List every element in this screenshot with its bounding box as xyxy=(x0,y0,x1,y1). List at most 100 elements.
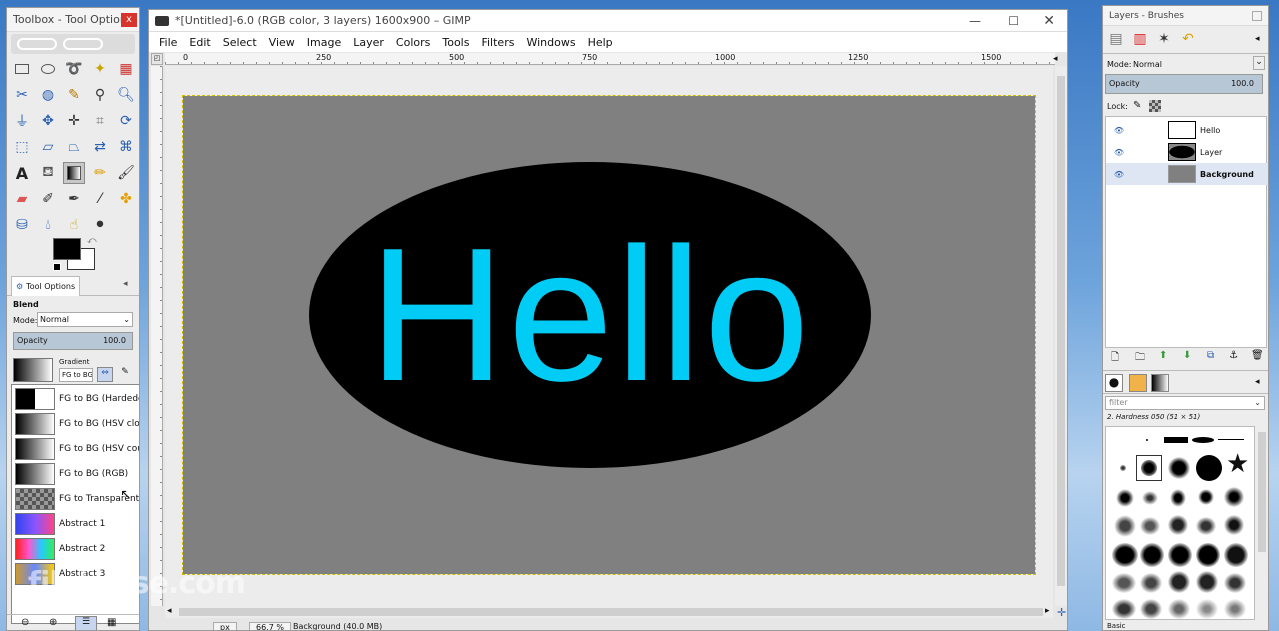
text-tool-icon[interactable]: A xyxy=(11,162,33,184)
brush-grid[interactable]: ★ xyxy=(1105,426,1255,620)
brush-item[interactable] xyxy=(1112,599,1136,619)
layers-tab-icon[interactable]: ▤ xyxy=(1105,31,1127,51)
select-by-color-tool-icon[interactable]: ▦ xyxy=(115,58,137,80)
paths-tool-icon[interactable]: ✎ xyxy=(63,84,85,106)
smudge-tool-icon[interactable]: ☝ xyxy=(63,214,85,236)
brush-item[interactable] xyxy=(1196,571,1218,593)
brush-item[interactable] xyxy=(1168,543,1192,567)
brush-item[interactable] xyxy=(1224,543,1248,567)
gradient-item[interactable]: FG to BG (HSV clockwise hue) xyxy=(12,412,139,436)
blend-tool-icon[interactable] xyxy=(63,162,85,184)
brush-item[interactable] xyxy=(1196,599,1218,619)
eye-icon[interactable]: 👁︎ xyxy=(1106,148,1132,157)
list-view-icon[interactable]: ☰ xyxy=(75,616,97,630)
brush-item[interactable] xyxy=(1168,599,1190,619)
new-layer-icon[interactable]: 🗋︎ xyxy=(1111,350,1119,367)
eraser-tool-icon[interactable]: ▰ xyxy=(11,188,33,210)
clone-tool-icon[interactable]: ✤ xyxy=(115,188,137,210)
blur-tool-icon[interactable]: 💧︎ xyxy=(37,214,59,236)
menu-filters[interactable]: Filters xyxy=(475,36,520,49)
patterns-tab-icon[interactable] xyxy=(1129,374,1147,392)
pencil-tool-icon[interactable]: ✏ xyxy=(89,162,111,184)
maximize-icon[interactable]: ☐ xyxy=(1008,14,1019,28)
horizontal-ruler[interactable]: 0 250 500 750 1000 1250 1500 xyxy=(165,53,1055,65)
layers-close-icon[interactable] xyxy=(1252,10,1262,21)
brush-item[interactable] xyxy=(1198,489,1214,505)
duplicate-layer-icon[interactable]: ⧉ xyxy=(1207,350,1214,361)
brush-item[interactable] xyxy=(1224,599,1246,619)
menu-layer[interactable]: Layer xyxy=(347,36,390,49)
layer-mode-value[interactable]: Normal xyxy=(1133,60,1162,69)
dodge-burn-tool-icon[interactable]: ⚫ xyxy=(89,214,111,236)
scale-tool-icon[interactable]: ⬚ xyxy=(11,136,33,158)
brush-item[interactable] xyxy=(1218,439,1244,440)
new-layer-group-icon[interactable]: 🗀︎ xyxy=(1135,350,1145,367)
default-colors-icon[interactable] xyxy=(53,263,61,271)
gradient-item[interactable]: FG to BG (HSV counter-clockwise) xyxy=(12,437,139,461)
tab-tool-options[interactable]: ⚙ Tool Options xyxy=(11,276,81,296)
rotate-tool-icon[interactable]: ⟳ xyxy=(115,110,137,132)
flip-tool-icon[interactable]: ⇄ xyxy=(89,136,111,158)
gradients-tab-icon[interactable] xyxy=(1151,374,1169,392)
brush-item[interactable] xyxy=(1164,437,1188,443)
brush-item[interactable] xyxy=(1224,573,1246,593)
layer-mode-chevron-icon[interactable]: ⌄ xyxy=(1253,56,1265,70)
grid-view-icon[interactable]: ▦ xyxy=(107,617,116,628)
foreground-select-tool-icon[interactable]: ◍ xyxy=(37,84,59,106)
menu-select[interactable]: Select xyxy=(217,36,263,49)
minimize-icon[interactable]: — xyxy=(969,14,981,28)
brush-item[interactable] xyxy=(1224,487,1244,507)
raise-layer-icon[interactable]: ⬆ xyxy=(1159,350,1167,361)
rect-select-tool-icon[interactable] xyxy=(11,58,33,80)
brush-item[interactable] xyxy=(1196,517,1216,535)
ruler-corner-icon[interactable]: ◰ xyxy=(151,53,163,65)
ink-tool-icon[interactable]: ✒ xyxy=(63,188,85,210)
fuzzy-select-tool-icon[interactable]: ✦ xyxy=(89,58,111,80)
swap-colors-icon[interactable]: ⤺ xyxy=(87,236,97,246)
foreground-color-swatch[interactable] xyxy=(53,238,81,260)
menu-help[interactable]: Help xyxy=(582,36,619,49)
brush-item[interactable] xyxy=(1192,437,1214,443)
brush-item[interactable] xyxy=(1170,489,1186,507)
crop-tool-icon[interactable]: ⌗ xyxy=(89,110,111,132)
brushes-menu-icon[interactable]: ◂ xyxy=(1255,377,1260,387)
opacity-slider[interactable]: Opacity 100.0 xyxy=(13,332,133,350)
vertical-ruler[interactable] xyxy=(151,66,163,606)
airbrush-tool-icon[interactable]: ✐ xyxy=(37,188,59,210)
brush-item-selected[interactable] xyxy=(1136,455,1162,481)
vertical-scroll-thumb[interactable] xyxy=(1057,76,1065,586)
brush-item[interactable] xyxy=(1120,465,1126,471)
brush-item[interactable] xyxy=(1168,515,1188,535)
zoom-tool-icon[interactable]: 🔍︎ xyxy=(115,84,137,106)
zoom-out-icon[interactable]: ⊖ xyxy=(21,617,29,628)
star-brush-icon[interactable]: ★ xyxy=(1226,451,1249,477)
menu-view[interactable]: View xyxy=(263,36,301,49)
tab-menu-icon[interactable]: ◂ xyxy=(123,279,128,289)
measure-tool-icon[interactable]: ⏚ xyxy=(11,110,33,132)
brush-item[interactable] xyxy=(1116,489,1134,507)
menu-edit[interactable]: Edit xyxy=(183,36,216,49)
menu-windows[interactable]: Windows xyxy=(520,36,581,49)
brush-item[interactable] xyxy=(1114,515,1136,537)
unit-select[interactable]: px xyxy=(213,622,237,630)
brush-item[interactable] xyxy=(1168,571,1190,593)
image-titlebar[interactable]: *[Untitled]-6.0 (RGB color, 3 layers) 16… xyxy=(149,10,1067,32)
gradient-item[interactable]: FG to BG (Hardedge) xyxy=(12,387,139,411)
move-tool-icon[interactable]: ✥ xyxy=(37,110,59,132)
brush-item[interactable] xyxy=(1224,515,1244,535)
scroll-right-icon[interactable]: ▸ xyxy=(1045,606,1050,616)
layer-row-hello[interactable]: 👁︎ Hello xyxy=(1106,119,1268,141)
brush-grid-scroll-thumb[interactable] xyxy=(1258,432,1266,552)
brush-item[interactable] xyxy=(1142,491,1158,505)
shear-tool-icon[interactable]: ▱ xyxy=(37,136,59,158)
horizontal-scrollbar[interactable]: ◂ xyxy=(165,606,1053,618)
brush-item[interactable] xyxy=(1140,573,1162,593)
align-tool-icon[interactable]: ✛ xyxy=(63,110,85,132)
perspective-tool-icon[interactable]: ⏢ xyxy=(63,136,85,158)
heal-tool-icon[interactable]: ⛁ xyxy=(11,214,33,236)
mode-select[interactable]: Normal ⌄ xyxy=(37,312,133,327)
horizontal-scroll-thumb[interactable] xyxy=(179,608,1043,616)
gradient-item-selected[interactable]: FG to BG (RGB) xyxy=(12,462,139,486)
brush-item[interactable] xyxy=(1112,543,1138,567)
menu-colors[interactable]: Colors xyxy=(390,36,436,49)
